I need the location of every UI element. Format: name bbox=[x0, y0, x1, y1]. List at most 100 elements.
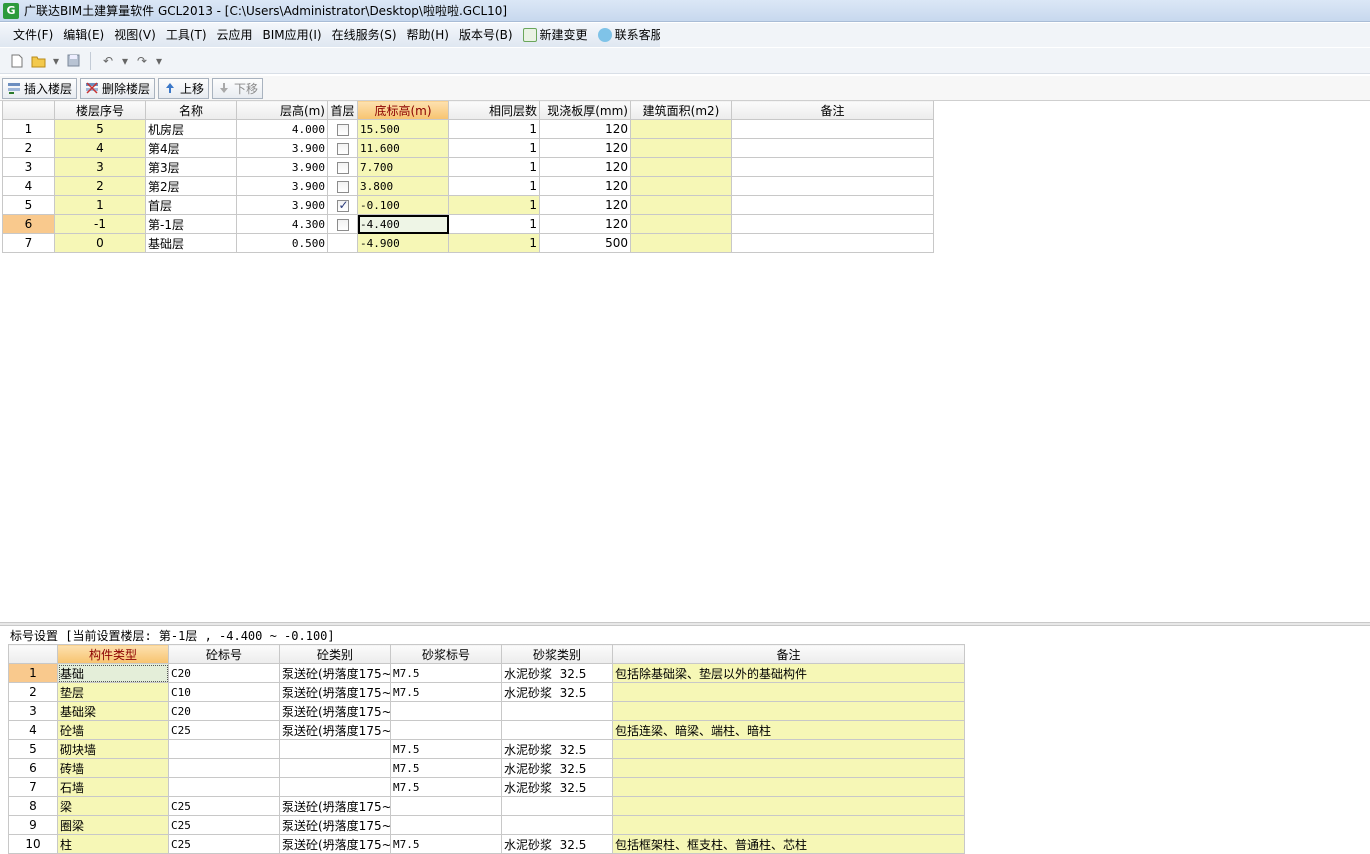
first-floor-checkbox[interactable] bbox=[336, 218, 349, 231]
slab-thickness-cell[interactable]: 120 bbox=[539, 195, 631, 215]
col-concrete-category[interactable]: 砼类别 bbox=[279, 644, 391, 664]
grade-note-cell[interactable] bbox=[612, 701, 965, 721]
row-number[interactable]: 7 bbox=[2, 233, 55, 253]
grade-note-cell[interactable] bbox=[612, 815, 965, 835]
col-bottom-elevation[interactable]: 底标高(m) bbox=[357, 100, 449, 120]
mortar-category-cell[interactable] bbox=[501, 796, 613, 816]
floor-seq-cell[interactable]: 5 bbox=[54, 119, 146, 139]
insert-floor-button[interactable]: 插入楼层 bbox=[2, 77, 78, 99]
concrete-grade-cell[interactable]: C20 bbox=[168, 663, 280, 683]
floor-row[interactable]: 4 2 第2层 3.900 3.800 1 120 bbox=[2, 176, 934, 196]
mortar-category-cell[interactable]: 水泥砂浆 32.5 bbox=[501, 739, 613, 759]
floor-note-cell[interactable] bbox=[731, 138, 934, 158]
mortar-category-cell[interactable] bbox=[501, 720, 613, 740]
concrete-grade-cell[interactable]: C25 bbox=[168, 796, 280, 816]
col-same-floors[interactable]: 相同层数 bbox=[448, 100, 540, 120]
mortar-category-cell[interactable]: 水泥砂浆 32.5 bbox=[501, 758, 613, 778]
row-number[interactable]: 3 bbox=[2, 157, 55, 177]
building-area-cell[interactable] bbox=[630, 195, 732, 215]
grade-note-cell[interactable] bbox=[612, 682, 965, 702]
building-area-cell[interactable] bbox=[630, 214, 732, 234]
floor-height-cell[interactable]: 4.000 bbox=[236, 119, 328, 139]
component-type-cell[interactable]: 石墙 bbox=[57, 777, 169, 797]
grade-row[interactable]: 2 垫层 C10 泵送砼(坍落度175~ M7.5 水泥砂浆 32.5 bbox=[8, 682, 965, 702]
mortar-grade-cell[interactable] bbox=[390, 796, 502, 816]
col-concrete-grade[interactable]: 砼标号 bbox=[168, 644, 280, 664]
row-number[interactable]: 4 bbox=[8, 720, 58, 740]
first-floor-cell[interactable] bbox=[327, 138, 358, 158]
component-type-cell[interactable]: 基础梁 bbox=[57, 701, 169, 721]
first-floor-checkbox[interactable] bbox=[336, 198, 349, 212]
bottom-elevation-cell[interactable]: 7.700 bbox=[357, 157, 449, 177]
component-type-cell[interactable]: 砖墙 bbox=[57, 758, 169, 778]
menu-view[interactable]: 视图(V) bbox=[109, 23, 161, 47]
col-slab-thickness[interactable]: 现浇板厚(mm) bbox=[539, 100, 631, 120]
menu-cloud[interactable]: 云应用 bbox=[212, 23, 258, 47]
menu-bim[interactable]: BIM应用(I) bbox=[258, 23, 327, 47]
menu-file[interactable]: 文件(F) bbox=[8, 23, 58, 47]
mortar-grade-cell[interactable]: M7.5 bbox=[390, 663, 502, 683]
mortar-category-cell[interactable] bbox=[501, 815, 613, 835]
bottom-elevation-cell[interactable]: 15.500 bbox=[357, 119, 449, 139]
concrete-category-cell[interactable]: 泵送砼(坍落度175~ bbox=[279, 663, 391, 683]
first-floor-cell[interactable] bbox=[327, 214, 358, 234]
mortar-category-cell[interactable] bbox=[501, 701, 613, 721]
floor-name-cell[interactable]: 第4层 bbox=[145, 138, 237, 158]
mortar-grade-cell[interactable]: M7.5 bbox=[390, 758, 502, 778]
slab-thickness-cell[interactable]: 120 bbox=[539, 138, 631, 158]
slab-thickness-cell[interactable]: 120 bbox=[539, 176, 631, 196]
mortar-category-cell[interactable]: 水泥砂浆 32.5 bbox=[501, 682, 613, 702]
grade-row[interactable]: 8 梁 C25 泵送砼(坍落度175~ bbox=[8, 796, 965, 816]
slab-thickness-cell[interactable]: 120 bbox=[539, 157, 631, 177]
floor-name-cell[interactable]: 基础层 bbox=[145, 233, 237, 253]
row-number[interactable]: 1 bbox=[8, 663, 58, 683]
floor-name-cell[interactable]: 第3层 bbox=[145, 157, 237, 177]
same-floors-cell[interactable]: 1 bbox=[448, 195, 540, 215]
first-floor-checkbox[interactable] bbox=[336, 142, 349, 155]
building-area-cell[interactable] bbox=[630, 233, 732, 253]
grade-note-cell[interactable] bbox=[612, 739, 965, 759]
delete-floor-button[interactable]: 删除楼层 bbox=[80, 77, 156, 99]
mortar-category-cell[interactable]: 水泥砂浆 32.5 bbox=[501, 663, 613, 683]
new-file-icon[interactable] bbox=[8, 52, 26, 70]
menu-contact[interactable]: 联系客服 bbox=[593, 23, 668, 47]
row-number[interactable]: 3 bbox=[8, 701, 58, 721]
mortar-grade-cell[interactable]: M7.5 bbox=[390, 777, 502, 797]
grade-note-cell[interactable]: 包括连梁、暗梁、端柱、暗柱 bbox=[612, 720, 965, 740]
same-floors-cell[interactable]: 1 bbox=[448, 214, 540, 234]
floor-height-cell[interactable]: 3.900 bbox=[236, 195, 328, 215]
concrete-grade-cell[interactable]: C25 bbox=[168, 815, 280, 835]
col-floor-seq[interactable]: 楼层序号 bbox=[54, 100, 146, 120]
floor-row[interactable]: 3 3 第3层 3.900 7.700 1 120 bbox=[2, 157, 934, 177]
floor-height-cell[interactable]: 3.900 bbox=[236, 176, 328, 196]
mortar-grade-cell[interactable] bbox=[390, 701, 502, 721]
mortar-category-cell[interactable]: 水泥砂浆 32.5 bbox=[501, 777, 613, 797]
floor-row[interactable]: 51首层3.900-0.1001120 bbox=[2, 195, 934, 215]
undo-icon[interactable]: ↶ bbox=[99, 52, 117, 70]
floor-height-cell[interactable]: 0.500 bbox=[236, 233, 328, 253]
grade-row[interactable]: 3 基础梁 C20 泵送砼(坍落度175~ bbox=[8, 701, 965, 721]
component-type-cell[interactable]: 梁 bbox=[57, 796, 169, 816]
grade-row[interactable]: 9 圈梁 C25 泵送砼(坍落度175~ bbox=[8, 815, 965, 835]
concrete-grade-cell[interactable]: C10 bbox=[168, 682, 280, 702]
same-floors-cell[interactable]: 1 bbox=[448, 119, 540, 139]
grade-note-cell[interactable] bbox=[612, 758, 965, 778]
row-number[interactable]: 2 bbox=[2, 138, 55, 158]
building-area-cell[interactable] bbox=[630, 176, 732, 196]
row-number[interactable]: 8 bbox=[8, 796, 58, 816]
row-number[interactable]: 7 bbox=[8, 777, 58, 797]
building-area-cell[interactable] bbox=[630, 119, 732, 139]
floor-height-cell[interactable]: 3.900 bbox=[236, 138, 328, 158]
row-number[interactable]: 6 bbox=[8, 758, 58, 778]
concrete-category-cell[interactable] bbox=[279, 777, 391, 797]
floor-row[interactable]: 2 4 第4层 3.900 11.600 1 120 bbox=[2, 138, 934, 158]
mortar-grade-cell[interactable]: M7.5 bbox=[390, 739, 502, 759]
floor-note-cell[interactable] bbox=[731, 176, 934, 196]
row-number[interactable]: 5 bbox=[8, 739, 58, 759]
floor-note-cell[interactable] bbox=[731, 214, 934, 234]
grade-row[interactable]: 7 石墙 M7.5 水泥砂浆 32.5 bbox=[8, 777, 965, 797]
floor-seq-cell[interactable]: 4 bbox=[54, 138, 146, 158]
same-floors-cell[interactable]: 1 bbox=[448, 138, 540, 158]
floor-name-cell[interactable]: 机房层 bbox=[145, 119, 237, 139]
floor-seq-cell[interactable]: 1 bbox=[54, 195, 146, 215]
